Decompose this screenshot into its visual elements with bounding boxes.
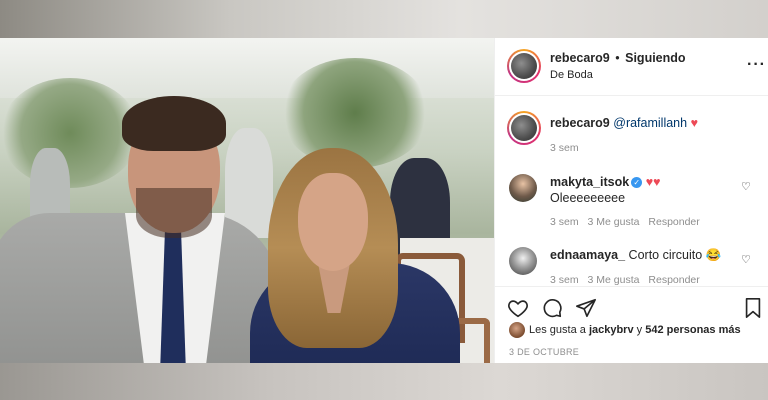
comment-time[interactable]: 3 sem <box>550 274 579 286</box>
man-beard <box>136 188 212 238</box>
comment-meta: 3 sem 3 Me gusta Responder <box>550 274 700 286</box>
foliage <box>0 78 140 188</box>
caption-avatar[interactable] <box>507 111 541 145</box>
comment-line: ednaamaya_ Corto circuito 😂 <box>550 248 721 263</box>
comment-line: makyta_itsok ✓ ♥♥ <box>550 175 661 189</box>
caption-text: rebecaro9 @rafamillanh ♥ <box>550 116 698 130</box>
likes-connector: y <box>636 324 643 336</box>
verified-badge-icon: ✓ <box>631 177 643 188</box>
caption-username[interactable]: rebecaro9 <box>550 116 610 130</box>
post-side-panel: rebecaro9 • Siguiendo De Boda ··· rebeca… <box>494 38 768 363</box>
more-horizontal-icon[interactable]: ··· <box>747 56 766 74</box>
commenter-avatar[interactable] <box>509 247 537 275</box>
author-username[interactable]: rebecaro9 <box>550 51 610 65</box>
comment-username[interactable]: ednaamaya_ <box>550 248 625 262</box>
comment-likes[interactable]: 3 Me gusta <box>588 274 640 286</box>
red-heart-emoji: ♥ <box>690 116 698 130</box>
likes-others[interactable]: 542 personas más <box>645 324 740 336</box>
likes-prefix: Les gusta a <box>529 324 586 336</box>
following-button[interactable]: Siguiendo <box>625 51 685 65</box>
foliage <box>280 58 430 168</box>
comment-like-heart-icon[interactable]: ♡ <box>741 253 751 266</box>
comment-time[interactable]: 3 sem <box>550 216 579 228</box>
red-hearts-emoji: ♥♥ <box>645 175 661 189</box>
blurred-background-bottom <box>0 363 768 400</box>
post-header: rebecaro9 • Siguiendo De Boda ··· <box>495 38 768 96</box>
reply-button[interactable]: Responder <box>648 216 699 228</box>
commenter-avatar[interactable] <box>509 174 537 202</box>
post-location[interactable]: De Boda <box>550 69 593 81</box>
comment-meta: 3 sem 3 Me gusta Responder <box>550 216 700 228</box>
liker-username[interactable]: jackybrv <box>589 324 634 336</box>
reply-button[interactable]: Responder <box>648 274 699 286</box>
comment-username[interactable]: makyta_itsok <box>550 175 629 189</box>
blurred-background-top <box>0 0 768 38</box>
author-line: rebecaro9 • Siguiendo <box>550 51 686 65</box>
man-hair <box>122 96 226 151</box>
send-icon[interactable] <box>575 297 597 319</box>
comment-like-heart-icon[interactable]: ♡ <box>741 180 751 193</box>
caption-mention[interactable]: @rafamillanh <box>613 116 687 130</box>
comment-icon[interactable] <box>541 297 563 319</box>
caption-time[interactable]: 3 sem <box>550 142 579 154</box>
heart-outline-icon[interactable] <box>507 297 529 319</box>
bookmark-icon[interactable] <box>742 297 764 319</box>
comment-text: Oleeeeeeeee <box>550 191 626 205</box>
post-photo[interactable] <box>0 38 494 363</box>
comment-text: Corto circuito <box>628 248 703 262</box>
author-avatar[interactable] <box>507 49 541 83</box>
separator-dot: • <box>615 51 620 65</box>
likes-summary: Les gusta a jackybrv y 542 personas más <box>529 324 741 336</box>
laughing-emoji: 😂 <box>705 248 722 262</box>
comment-likes[interactable]: 3 Me gusta <box>588 216 640 228</box>
liker-avatar[interactable] <box>509 322 525 338</box>
post-date[interactable]: 3 DE OCTUBRE <box>509 347 579 357</box>
woman-face <box>298 173 368 271</box>
